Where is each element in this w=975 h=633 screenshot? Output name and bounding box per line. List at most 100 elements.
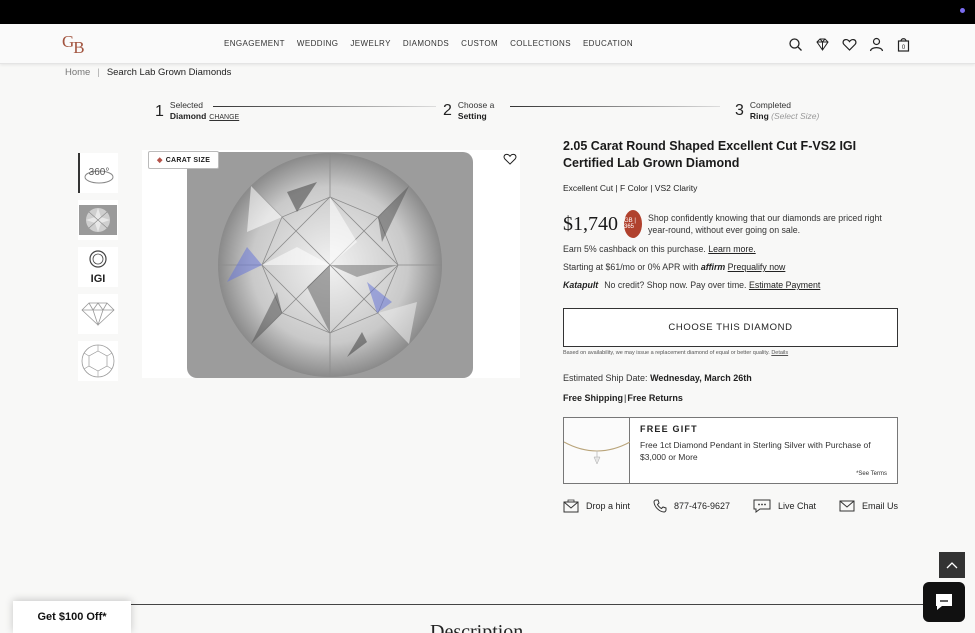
- free-gift-box[interactable]: FREE GIFT Free 1ct Diamond Pendant in St…: [563, 417, 898, 484]
- igi-label: IGI: [91, 273, 106, 285]
- disclaimer-text: Based on availability, we may issue a re…: [563, 350, 770, 356]
- step-ring[interactable]: 3 Completed Ring (Select Size): [735, 100, 819, 122]
- user-icon[interactable]: [869, 37, 884, 52]
- change-diamond-link[interactable]: CHANGE: [209, 114, 239, 121]
- step-note: (Select Size): [771, 111, 820, 121]
- price-note: Shop confidently knowing that our diamon…: [648, 213, 882, 235]
- cart-count: 0: [902, 45, 906, 51]
- phone-link[interactable]: 877-476-9627: [653, 499, 730, 513]
- gift-description: Free 1ct Diamond Pendant in Sterling Sil…: [640, 440, 871, 462]
- diamond-top-icon: [81, 344, 115, 378]
- disclaimer: Based on availability, we may issue a re…: [563, 350, 898, 356]
- ship-date: Estimated Ship Date: Wednesday, March 26…: [563, 373, 898, 383]
- progress-steps: 1 Selected Diamond CHANGE 2 Choose a Settin…: [155, 100, 835, 124]
- diamond-photo: [79, 205, 117, 235]
- search-icon[interactable]: [788, 37, 803, 52]
- thumb-igi[interactable]: IGI: [78, 247, 118, 287]
- status-dot: [960, 8, 965, 13]
- step-number: 1: [155, 102, 164, 120]
- nav-diamonds[interactable]: DIAMONDS: [403, 39, 449, 48]
- cashback-text: Earn 5% cashback on this purchase.: [563, 244, 706, 254]
- chat-widget-button[interactable]: [923, 582, 965, 622]
- details-link[interactable]: Details: [771, 350, 788, 356]
- header-icons: 0: [788, 37, 911, 52]
- step-number: 3: [735, 102, 744, 119]
- step-item: Setting: [457, 111, 487, 121]
- ship-date-value: Wednesday, March 26th: [650, 373, 752, 383]
- estimate-payment-link[interactable]: Estimate Payment: [749, 280, 820, 290]
- 360-view-icon: 360°: [84, 167, 114, 184]
- wishlist-heart-icon[interactable]: [503, 152, 517, 170]
- nav-education[interactable]: EDUCATION: [583, 39, 633, 48]
- envelope-hint-icon: [563, 499, 579, 513]
- diamond-photo-large: [187, 152, 473, 378]
- katapult-logo: Katapult: [563, 280, 599, 290]
- nav-engagement[interactable]: ENGAGEMENT: [224, 39, 285, 48]
- heart-icon[interactable]: [842, 37, 857, 52]
- step-item: Ring: [749, 111, 769, 121]
- see-terms-link[interactable]: *See Terms: [856, 471, 887, 477]
- bag-icon[interactable]: 0: [896, 37, 911, 52]
- free-shipping: Free Shipping: [563, 393, 624, 403]
- prequalify-link[interactable]: Prequalify now: [728, 262, 786, 272]
- logo[interactable]: GB: [62, 32, 85, 57]
- thumb-photo[interactable]: [78, 200, 118, 240]
- nav-collections[interactable]: COLLECTIONS: [510, 39, 571, 48]
- thumb-top[interactable]: [78, 341, 118, 381]
- site-header: GB ENGAGEMENT WEDDING JEWELRY DIAMONDS C…: [0, 24, 975, 64]
- katapult-line: Katapult No credit? Shop now. Pay over ti…: [563, 280, 898, 290]
- main-image[interactable]: ◆ CARAT SIZE: [142, 150, 520, 378]
- affirm-logo: affirm: [700, 262, 726, 272]
- financing-line: Starting at $61/mo or 0% APR with affirm…: [563, 262, 898, 272]
- email-us-label: Email Us: [861, 501, 898, 511]
- phone-number: 877-476-9627: [673, 501, 731, 511]
- choose-diamond-button[interactable]: CHOOSE THIS DIAMOND: [563, 308, 898, 347]
- thumb-360[interactable]: 360°: [78, 153, 118, 193]
- top-bar: [0, 0, 975, 24]
- chevron-up-icon: [946, 562, 958, 569]
- email-us-link[interactable]: Email Us: [839, 499, 898, 513]
- scroll-to-top-button[interactable]: [939, 552, 965, 578]
- live-chat-link[interactable]: Live Chat: [753, 499, 816, 513]
- thumb-profile[interactable]: [78, 294, 118, 334]
- nav-wedding[interactable]: WEDDING: [297, 39, 338, 48]
- price: $1,740: [563, 212, 618, 235]
- step-line: [510, 106, 720, 107]
- step-setting[interactable]: 2 Choose a Setting: [443, 100, 494, 122]
- pendant-image: [563, 418, 631, 483]
- ship-label: Estimated Ship Date:: [563, 373, 648, 383]
- promo-button[interactable]: Get $100 Off*: [13, 601, 131, 633]
- step-number: 2: [443, 102, 452, 119]
- financing-text: Starting at $61/mo or 0% APR with: [563, 262, 699, 272]
- phone-icon: [653, 499, 667, 513]
- shipping-returns: Free Shipping|Free Returns: [563, 393, 683, 403]
- carat-size-label: CARAT SIZE: [165, 157, 211, 164]
- ruby-icon: ◆: [157, 157, 163, 164]
- product-info: 2.05 Carat Round Shaped Excellent Cut F-…: [563, 138, 898, 513]
- breadcrumb-current: Search Lab Grown Diamonds: [106, 67, 232, 78]
- igi-certificate-icon: IGI: [89, 250, 107, 285]
- product-specs: Excellent Cut | F Color | VS2 Clarity: [563, 183, 698, 193]
- cashback-line: Earn 5% cashback on this purchase. Learn…: [563, 244, 898, 254]
- katapult-text: No credit? Shop now. Pay over time.: [604, 280, 747, 290]
- step-diamond: 1 Selected Diamond CHANGE: [155, 100, 239, 123]
- description-divider: [131, 604, 924, 605]
- gift-title: FREE GIFT: [640, 424, 698, 434]
- live-chat-label: Live Chat: [778, 501, 817, 511]
- breadcrumb-home[interactable]: Home: [65, 67, 90, 78]
- price-promise-badge: GB | 365: [624, 210, 643, 238]
- step-label: Choose a: [457, 100, 495, 110]
- product-title: 2.05 Carat Round Shaped Excellent Cut F-…: [563, 139, 857, 170]
- main-nav: ENGAGEMENT WEDDING JEWELRY DIAMONDS CUST…: [224, 39, 633, 48]
- step-item: Diamond: [169, 111, 207, 121]
- learn-more-link[interactable]: Learn more.: [708, 244, 755, 254]
- carat-size-button[interactable]: ◆ CARAT SIZE: [148, 151, 220, 169]
- nav-jewelry[interactable]: JEWELRY: [350, 39, 390, 48]
- nav-custom[interactable]: CUSTOM: [461, 39, 498, 48]
- 360-label: 360°: [89, 167, 110, 178]
- step-line: [213, 106, 436, 107]
- mail-icon: [839, 500, 855, 512]
- diamond-icon[interactable]: [815, 37, 830, 52]
- drop-hint-link[interactable]: Drop a hint: [563, 499, 630, 513]
- breadcrumb: Home | Search Lab Grown Diamonds: [65, 67, 232, 78]
